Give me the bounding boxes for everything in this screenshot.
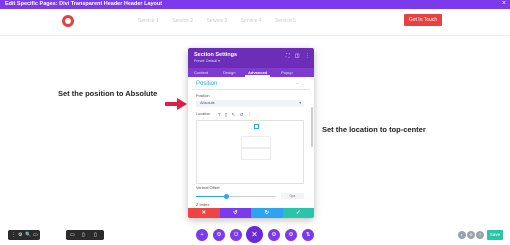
wireframe-icon[interactable]: ▭ [33, 232, 38, 238]
location-top-center[interactable] [254, 124, 259, 129]
site-header-preview: Service 1 Service 2 Service 3 Service 4 … [0, 9, 510, 36]
power-button[interactable]: ⏻ [230, 229, 242, 241]
z-index-label: Z Index [196, 202, 210, 207]
nav-item[interactable]: Service 1 [138, 18, 159, 24]
vertical-offset-slider[interactable] [196, 194, 276, 199]
divider [192, 89, 310, 90]
tab-design[interactable]: Design [223, 70, 235, 75]
modal-scrollbar[interactable] [311, 107, 313, 147]
chevron-down-icon: ▾ [299, 101, 301, 105]
expand-icon[interactable]: ⛶ [286, 53, 290, 59]
vertical-offset-label: Vertical Offset [196, 186, 220, 190]
annotation-left: Set the position to Absolute [58, 89, 158, 98]
modal-title: Section Settings [194, 52, 238, 58]
builder-settings-bar: ⋮ ⚙ 🔍 ▭ [8, 230, 40, 240]
section-settings-modal: Section Settings Preset: Default ▾ ⛶ ◫ ⋮… [188, 48, 314, 218]
help-icon[interactable]: ? [218, 112, 221, 117]
more-icon[interactable]: ⋮ [305, 53, 310, 59]
portability-button[interactable]: ⚙ [285, 229, 297, 241]
nav-menu: Service 1 Service 2 Service 3 Service 4 … [138, 18, 308, 24]
builder-top-bar: Edit Specific Pages: Divi Transparent He… [0, 0, 510, 9]
location-option-icons: ? ▯ ↖ ↺ ⋮ [218, 112, 255, 118]
layers-button[interactable]: ⇅ [302, 229, 314, 241]
location-grid[interactable] [196, 120, 304, 184]
slider-knob[interactable] [224, 194, 229, 199]
page-title: Edit Specific Pages: Divi Transparent He… [5, 1, 163, 7]
hover-icon[interactable]: ↖ [232, 112, 236, 117]
location-label: Location [196, 112, 211, 116]
nav-item[interactable]: Service 2 [172, 18, 193, 24]
modal-header-icons: ⛶ ◫ ⋮ [282, 53, 310, 59]
reset-icon[interactable]: ↺ [240, 112, 244, 117]
modal-body: Position ⌃ ⋮ Position Absolute ▾ Locatio… [188, 77, 314, 208]
position-value: Absolute [200, 101, 215, 105]
discard-button[interactable]: ✕ [188, 208, 220, 218]
position-label: Position [196, 94, 210, 98]
logo-icon [62, 15, 74, 27]
get-in-touch-button[interactable]: Get In Touch [404, 14, 442, 26]
close-icon[interactable]: × [502, 0, 506, 7]
modal-tabs: Content Design Advanced Popup [188, 68, 314, 77]
history-icon[interactable]: ◐ [458, 231, 466, 239]
settings-button[interactable]: ⚙ [213, 229, 225, 241]
device-icon[interactable]: ▯ [225, 112, 227, 117]
modal-footer: ✕ ↺ ↻ ✓ [188, 208, 314, 218]
desktop-icon[interactable]: ▭ [70, 232, 75, 238]
redo-button[interactable]: ↻ [251, 208, 283, 218]
grid-guide [241, 136, 271, 148]
phone-icon[interactable]: ▯ [94, 232, 97, 238]
view-mode-bar: ▭ ▯ ▯ [66, 230, 104, 240]
nav-item[interactable]: Service 4 [241, 18, 262, 24]
slider-fill [196, 196, 226, 197]
gear-icon[interactable]: ⚙ [18, 232, 22, 238]
modal-header: Section Settings Preset: Default ▾ ⛶ ◫ ⋮ [188, 48, 314, 68]
grid-guide [241, 148, 271, 160]
help-icon[interactable]: ? [476, 231, 484, 239]
undo-button[interactable]: ↺ [219, 208, 251, 218]
position-select[interactable]: Absolute ▾ [196, 100, 304, 107]
more-icon[interactable]: ⋮ [248, 112, 253, 117]
section-toggle-icons[interactable]: ⌃ ⋮ [296, 82, 304, 87]
columns-icon[interactable]: ◫ [295, 53, 300, 59]
history-button[interactable]: ⚙ [268, 229, 280, 241]
annotation-right: Set the location to top-center [322, 125, 426, 134]
tablet-icon[interactable]: ▯ [82, 232, 85, 238]
nav-item[interactable]: Service 5 [275, 18, 296, 24]
add-button[interactable]: + [196, 229, 208, 241]
tab-content[interactable]: Content [194, 70, 208, 75]
arrow-right-icon [165, 98, 187, 110]
preset-selector[interactable]: Preset: Default ▾ [194, 59, 220, 63]
save-button[interactable]: Save [487, 230, 503, 240]
position-section-title[interactable]: Position [196, 81, 217, 87]
nav-item[interactable]: Service 3 [206, 18, 227, 24]
search-icon[interactable]: 🔍 [25, 232, 31, 238]
save-changes-button[interactable]: ✓ [282, 208, 314, 218]
vertical-offset-input[interactable]: 0px [281, 193, 304, 199]
zoom-icon[interactable]: ⊕ [467, 231, 475, 239]
close-builder-button[interactable]: ✕ [246, 226, 263, 243]
tab-popup[interactable]: Popup [281, 70, 293, 75]
menu-icon[interactable]: ⋮ [11, 232, 16, 238]
